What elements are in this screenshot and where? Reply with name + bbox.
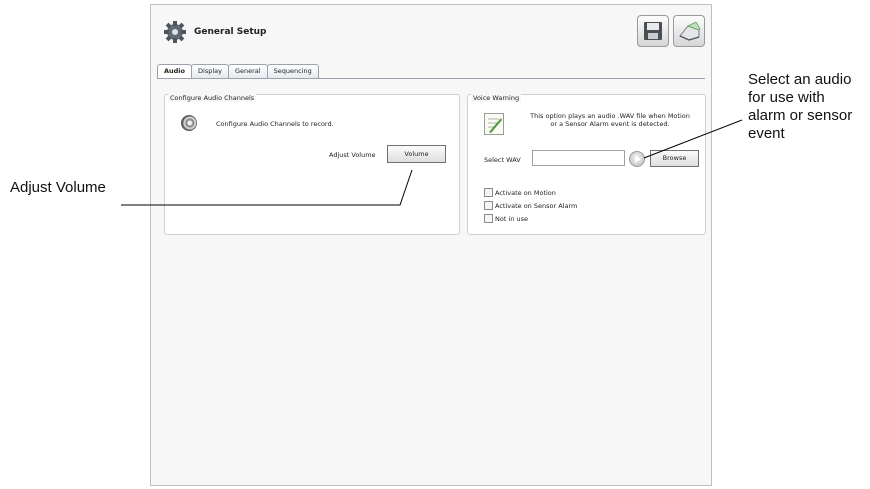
wav-file-input[interactable] (532, 150, 625, 166)
configure-audio-channels-group: Configure Audio Channels Configure Audio… (164, 94, 460, 235)
play-button[interactable] (629, 151, 645, 167)
tab-audio[interactable]: Audio (157, 64, 193, 79)
tab-divider (157, 78, 705, 79)
configure-description: Configure Audio Channels to record. (216, 120, 334, 128)
checkbox-label: Activate on Motion (495, 188, 556, 197)
annotation-select-audio: Select an audio for use with alarm or se… (748, 71, 870, 143)
activate-on-sensor-alarm-checkbox[interactable]: Activate on Sensor Alarm (484, 201, 577, 210)
voice-description-line1: This option plays an audio .WAV file whe… (530, 112, 690, 120)
checkbox-box[interactable] (484, 214, 493, 223)
voice-warning-group: Voice Warning This option plays an audio… (467, 94, 706, 235)
select-wav-label: Select WAV (484, 156, 521, 164)
window-title: General Setup (194, 27, 267, 37)
group-title: Configure Audio Channels (168, 94, 257, 102)
voice-warning-description: This option plays an audio .WAV file whe… (520, 112, 700, 128)
checkbox-label: Activate on Sensor Alarm (495, 201, 578, 210)
activate-on-motion-checkbox[interactable]: Activate on Motion (484, 188, 556, 197)
gear-icon (164, 21, 186, 43)
save-button[interactable] (637, 15, 669, 47)
play-icon (635, 155, 641, 163)
tab-display[interactable]: Display (191, 64, 229, 78)
annotation-line4: event (748, 125, 785, 142)
browse-button[interactable]: Browse (650, 150, 699, 167)
checkbox-box[interactable] (484, 188, 493, 197)
adjust-volume-label: Adjust Volume (329, 151, 376, 159)
group-title: Voice Warning (471, 94, 522, 102)
annotation-line1: Select an audio (748, 71, 852, 88)
speaker-icon (181, 115, 197, 131)
tab-sequencing[interactable]: Sequencing (266, 64, 319, 78)
checkbox-box[interactable] (484, 201, 493, 210)
volume-button[interactable]: Volume (387, 145, 446, 163)
general-setup-window: General Setup Audio Display General Sequ… (150, 4, 712, 486)
scanner-icon (679, 21, 701, 41)
checkbox-label: Not in use (495, 214, 528, 223)
annotation-line3: alarm or sensor (748, 107, 853, 124)
floppy-disk-icon (644, 22, 662, 40)
not-in-use-checkbox[interactable]: Not in use (484, 214, 528, 223)
scanner-button[interactable] (673, 15, 705, 47)
voice-description-line2: or a Sensor Alarm event is detected. (550, 120, 670, 128)
annotation-line2: for use with (748, 89, 825, 106)
notepad-icon (484, 113, 504, 135)
tab-general[interactable]: General (227, 64, 268, 78)
annotation-adjust-volume: Adjust Volume (10, 179, 106, 196)
tab-bar: Audio Display General Sequencing (157, 64, 319, 79)
